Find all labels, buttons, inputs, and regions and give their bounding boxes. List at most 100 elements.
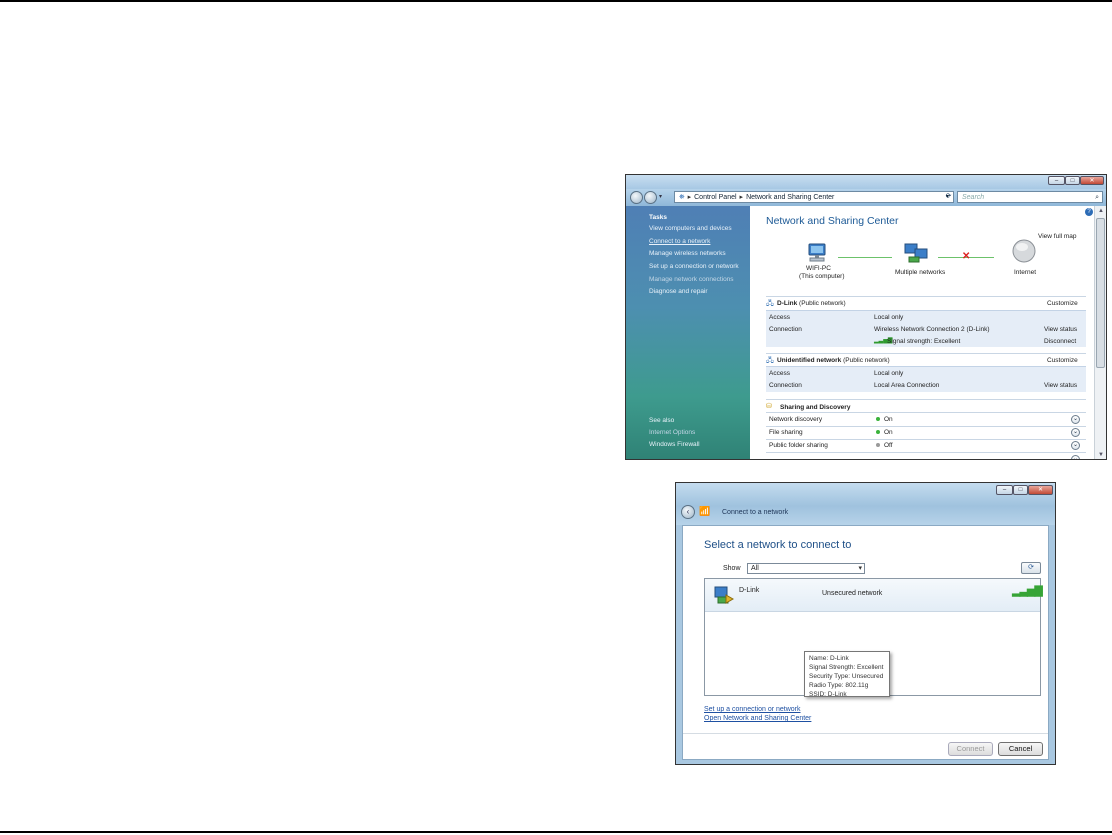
network1-details: Access Local only Connection Wireless Ne…: [766, 310, 1086, 347]
map-link-line-1: [838, 257, 892, 258]
network2-details: Access Local only Connection Local Area …: [766, 366, 1086, 392]
show-dropdown-value: All: [751, 565, 759, 572]
search-icon[interactable]: ⌕: [1095, 192, 1099, 203]
network1-type: (Public network): [799, 300, 846, 307]
network2-connection-label: Connection: [769, 382, 802, 389]
sidebar-item-manage-wireless[interactable]: Manage wireless networks: [649, 250, 726, 257]
network2-type: (Public network): [843, 357, 890, 364]
network2-view-status-link[interactable]: View status: [1044, 382, 1077, 389]
button-divider: [683, 733, 1048, 734]
refresh-icon[interactable]: ⟳: [943, 191, 954, 203]
sidebar-item-windows-firewall[interactable]: Windows Firewall: [649, 441, 700, 448]
minimize-button[interactable]: –: [1048, 176, 1065, 185]
connect-to-network-window: – □ ✕ ‹ 📶 Connect to a network Select a …: [675, 482, 1056, 765]
view-full-map-link[interactable]: View full map: [1038, 233, 1077, 240]
divider: [766, 452, 1086, 453]
recent-pages-arrow-icon[interactable]: ▾: [659, 193, 662, 200]
main-content: ? Network and Sharing Center View full m…: [750, 206, 1094, 459]
open-network-sharing-center-link[interactable]: Open Network and Sharing Center: [704, 715, 811, 722]
dialog-heading: Select a network to connect to: [704, 539, 852, 551]
refresh-button[interactable]: ⟳: [1021, 562, 1041, 574]
connect-button[interactable]: Connect: [948, 742, 993, 756]
sidebar-item-manage-connections[interactable]: Manage network connections: [649, 276, 734, 283]
sidebar-item-connect-network[interactable]: Connect to a network: [649, 238, 710, 245]
expand-next-row-button[interactable]: ⌄: [1071, 455, 1080, 459]
maximize-button[interactable]: □: [1013, 485, 1028, 495]
public-folder-sharing-status: Off: [876, 442, 893, 449]
dialog-body: Select a network to connect to Show All …: [682, 525, 1049, 760]
cancel-button[interactable]: Cancel: [998, 742, 1043, 756]
internet-label: Internet: [1014, 269, 1037, 276]
window-title: Connect to a network: [722, 509, 789, 516]
computer-sublabel: (This computer): [799, 273, 845, 280]
file-sharing-label: File sharing: [769, 429, 803, 436]
breadcrumb-control-panel[interactable]: Control Panel: [694, 194, 736, 201]
address-bar[interactable]: ⛯ ▸ Control Panel ▸ Network and Sharing Cent…: [674, 191, 954, 203]
public-folder-sharing-value: Off: [884, 442, 893, 449]
expand-file-sharing-button[interactable]: ⌄: [1071, 428, 1080, 437]
search-input[interactable]: Search ⌕: [957, 191, 1103, 203]
status-off-icon: [876, 443, 880, 448]
chevron-down-icon[interactable]: ▾: [858, 564, 862, 572]
network1-disconnect-link[interactable]: Disconnect: [1044, 338, 1076, 345]
title-area: – □ ✕ ‹ 📶 Connect to a network: [676, 483, 1055, 525]
tooltip-line: Signal Strength: Excellent: [809, 664, 884, 671]
top-rule: [0, 0, 1112, 2]
task-sidebar: Tasks View computers and devices Connect…: [626, 206, 750, 459]
no-internet-icon: ✕: [962, 251, 971, 262]
sidebar-item-view-computers[interactable]: View computers and devices: [649, 225, 732, 232]
sharing-header: Sharing and Discovery: [780, 404, 851, 411]
network-list-item[interactable]: D-Link Unsecured network ▂▃▅▇: [705, 579, 1043, 612]
divider: [766, 426, 1086, 427]
sidebar-item-diagnose-repair[interactable]: Diagnose and repair: [649, 288, 708, 295]
network1-customize-link[interactable]: Customize: [1047, 300, 1078, 307]
divider: [766, 412, 1086, 413]
scroll-thumb[interactable]: [1096, 218, 1105, 368]
network1-access-label: Access: [769, 314, 790, 321]
scroll-up-icon[interactable]: ▲: [1095, 206, 1106, 216]
network1-signal: Signal strength: Excellent: [887, 338, 961, 345]
network-discovery-value: On: [884, 416, 893, 423]
network1-heading: D-Link (Public network): [777, 300, 846, 307]
scroll-down-icon[interactable]: ▼: [1095, 450, 1106, 459]
title-bar: – □ ✕: [626, 175, 1106, 189]
control-panel-icon: ⛯: [679, 194, 685, 201]
network1-view-status-link[interactable]: View status: [1044, 326, 1077, 333]
vertical-scrollbar[interactable]: ▲ ▼: [1094, 206, 1106, 459]
back-button[interactable]: [630, 191, 643, 204]
network2-customize-link[interactable]: Customize: [1047, 357, 1078, 364]
network2-heading: Unidentified network (Public network): [777, 357, 890, 364]
network-sharing-center-window: – □ ✕ ▾ ⛯ ▸ Control Panel ▸ Network and Shar…: [625, 174, 1107, 460]
network-discovery-status: On: [876, 416, 893, 423]
network-discovery-label: Network discovery: [769, 416, 823, 423]
forward-button[interactable]: [644, 191, 657, 204]
multiple-networks-label: Multiple networks: [895, 269, 946, 276]
sidebar-item-internet-options[interactable]: Internet Options: [649, 429, 695, 436]
close-button[interactable]: ✕: [1080, 176, 1104, 185]
divider: [766, 439, 1086, 440]
status-on-icon: [876, 430, 880, 435]
multiple-networks-icon: [904, 243, 928, 263]
back-button[interactable]: ‹: [681, 505, 695, 519]
sidebar-item-set-up-connection[interactable]: Set up a connection or network: [649, 263, 739, 270]
sharing-icon: ⛁: [766, 403, 772, 410]
search-placeholder: Search: [962, 194, 985, 201]
network1-name: D-Link: [777, 300, 798, 307]
minimize-button[interactable]: –: [996, 485, 1013, 495]
help-icon[interactable]: ?: [1085, 208, 1093, 216]
tooltip-line: SSID: D-Link: [809, 691, 847, 698]
close-button[interactable]: ✕: [1028, 485, 1053, 495]
breadcrumb-network-sharing-center[interactable]: Network and Sharing Center: [746, 194, 834, 201]
see-also-header: See also: [649, 417, 675, 424]
status-on-icon: [876, 417, 880, 422]
public-folder-sharing-label: Public folder sharing: [769, 442, 828, 449]
show-dropdown[interactable]: All ▾: [747, 563, 865, 574]
computer-label: WIFI-PC: [806, 265, 831, 272]
expand-network-discovery-button[interactable]: ⌄: [1071, 415, 1080, 424]
set-up-connection-link[interactable]: Set up a connection or network: [704, 706, 801, 713]
network-security: Unsecured network: [822, 590, 883, 597]
expand-public-folder-button[interactable]: ⌄: [1071, 441, 1080, 450]
maximize-button[interactable]: □: [1065, 176, 1080, 185]
signal-bars-icon: ▂▃▅▇: [1012, 585, 1043, 597]
network2-access-label: Access: [769, 370, 790, 377]
